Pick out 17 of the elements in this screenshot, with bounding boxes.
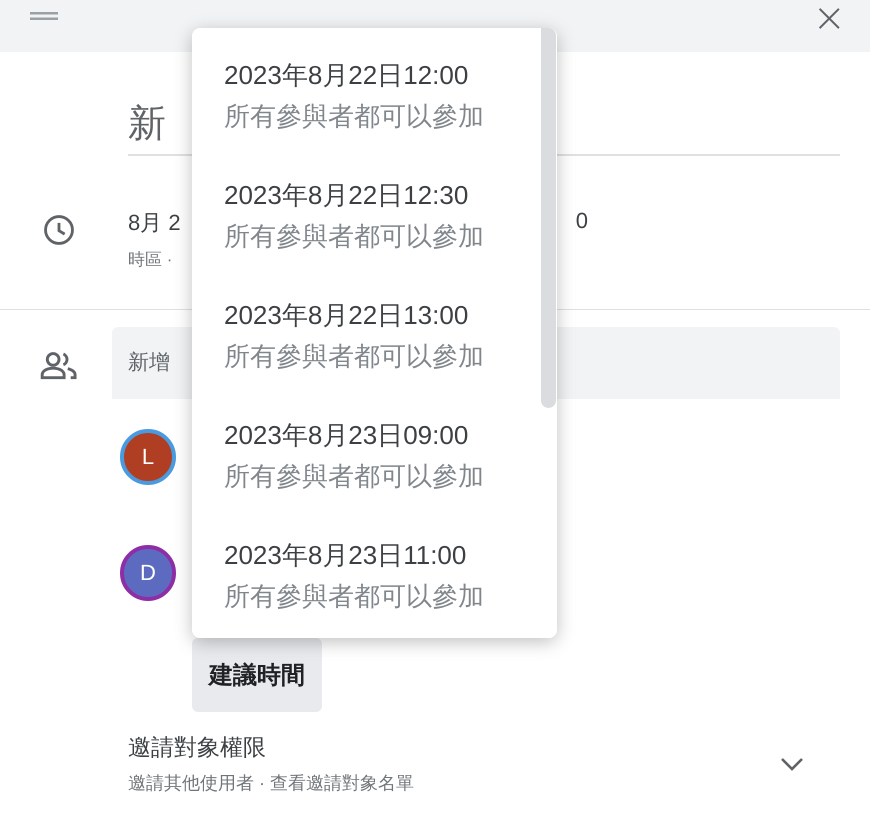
start-time-text[interactable]: 8月 2 xyxy=(128,208,181,238)
drag-handle-icon[interactable] xyxy=(30,12,58,20)
scrollbar-thumb[interactable] xyxy=(541,28,556,408)
menu-item[interactable]: 2023年8月23日11:00 所有參與者都可以參加 xyxy=(192,538,557,638)
close-button[interactable]: × xyxy=(808,1,850,35)
clock-icon xyxy=(42,213,76,247)
menu-item[interactable]: 2023年8月22日12:00 所有參與者都可以參加 xyxy=(192,58,557,178)
menu-item[interactable]: 2023年8月23日09:00 所有參與者都可以參加 xyxy=(192,418,557,538)
suggest-time-button[interactable]: 建議時間 xyxy=(192,638,322,712)
menu-item[interactable]: 2023年8月22日12:30 所有參與者都可以參加 xyxy=(192,178,557,298)
avatar: L xyxy=(120,429,176,485)
permissions-subtitle: 邀請其他使用者 · 查看邀請對象名單 xyxy=(128,772,414,795)
permissions-title: 邀請對象權限 xyxy=(128,733,267,762)
chevron-down-icon[interactable] xyxy=(780,756,804,770)
end-time-text[interactable]: 0 xyxy=(576,208,588,238)
people-icon xyxy=(40,350,78,380)
avatar: D xyxy=(120,545,176,601)
